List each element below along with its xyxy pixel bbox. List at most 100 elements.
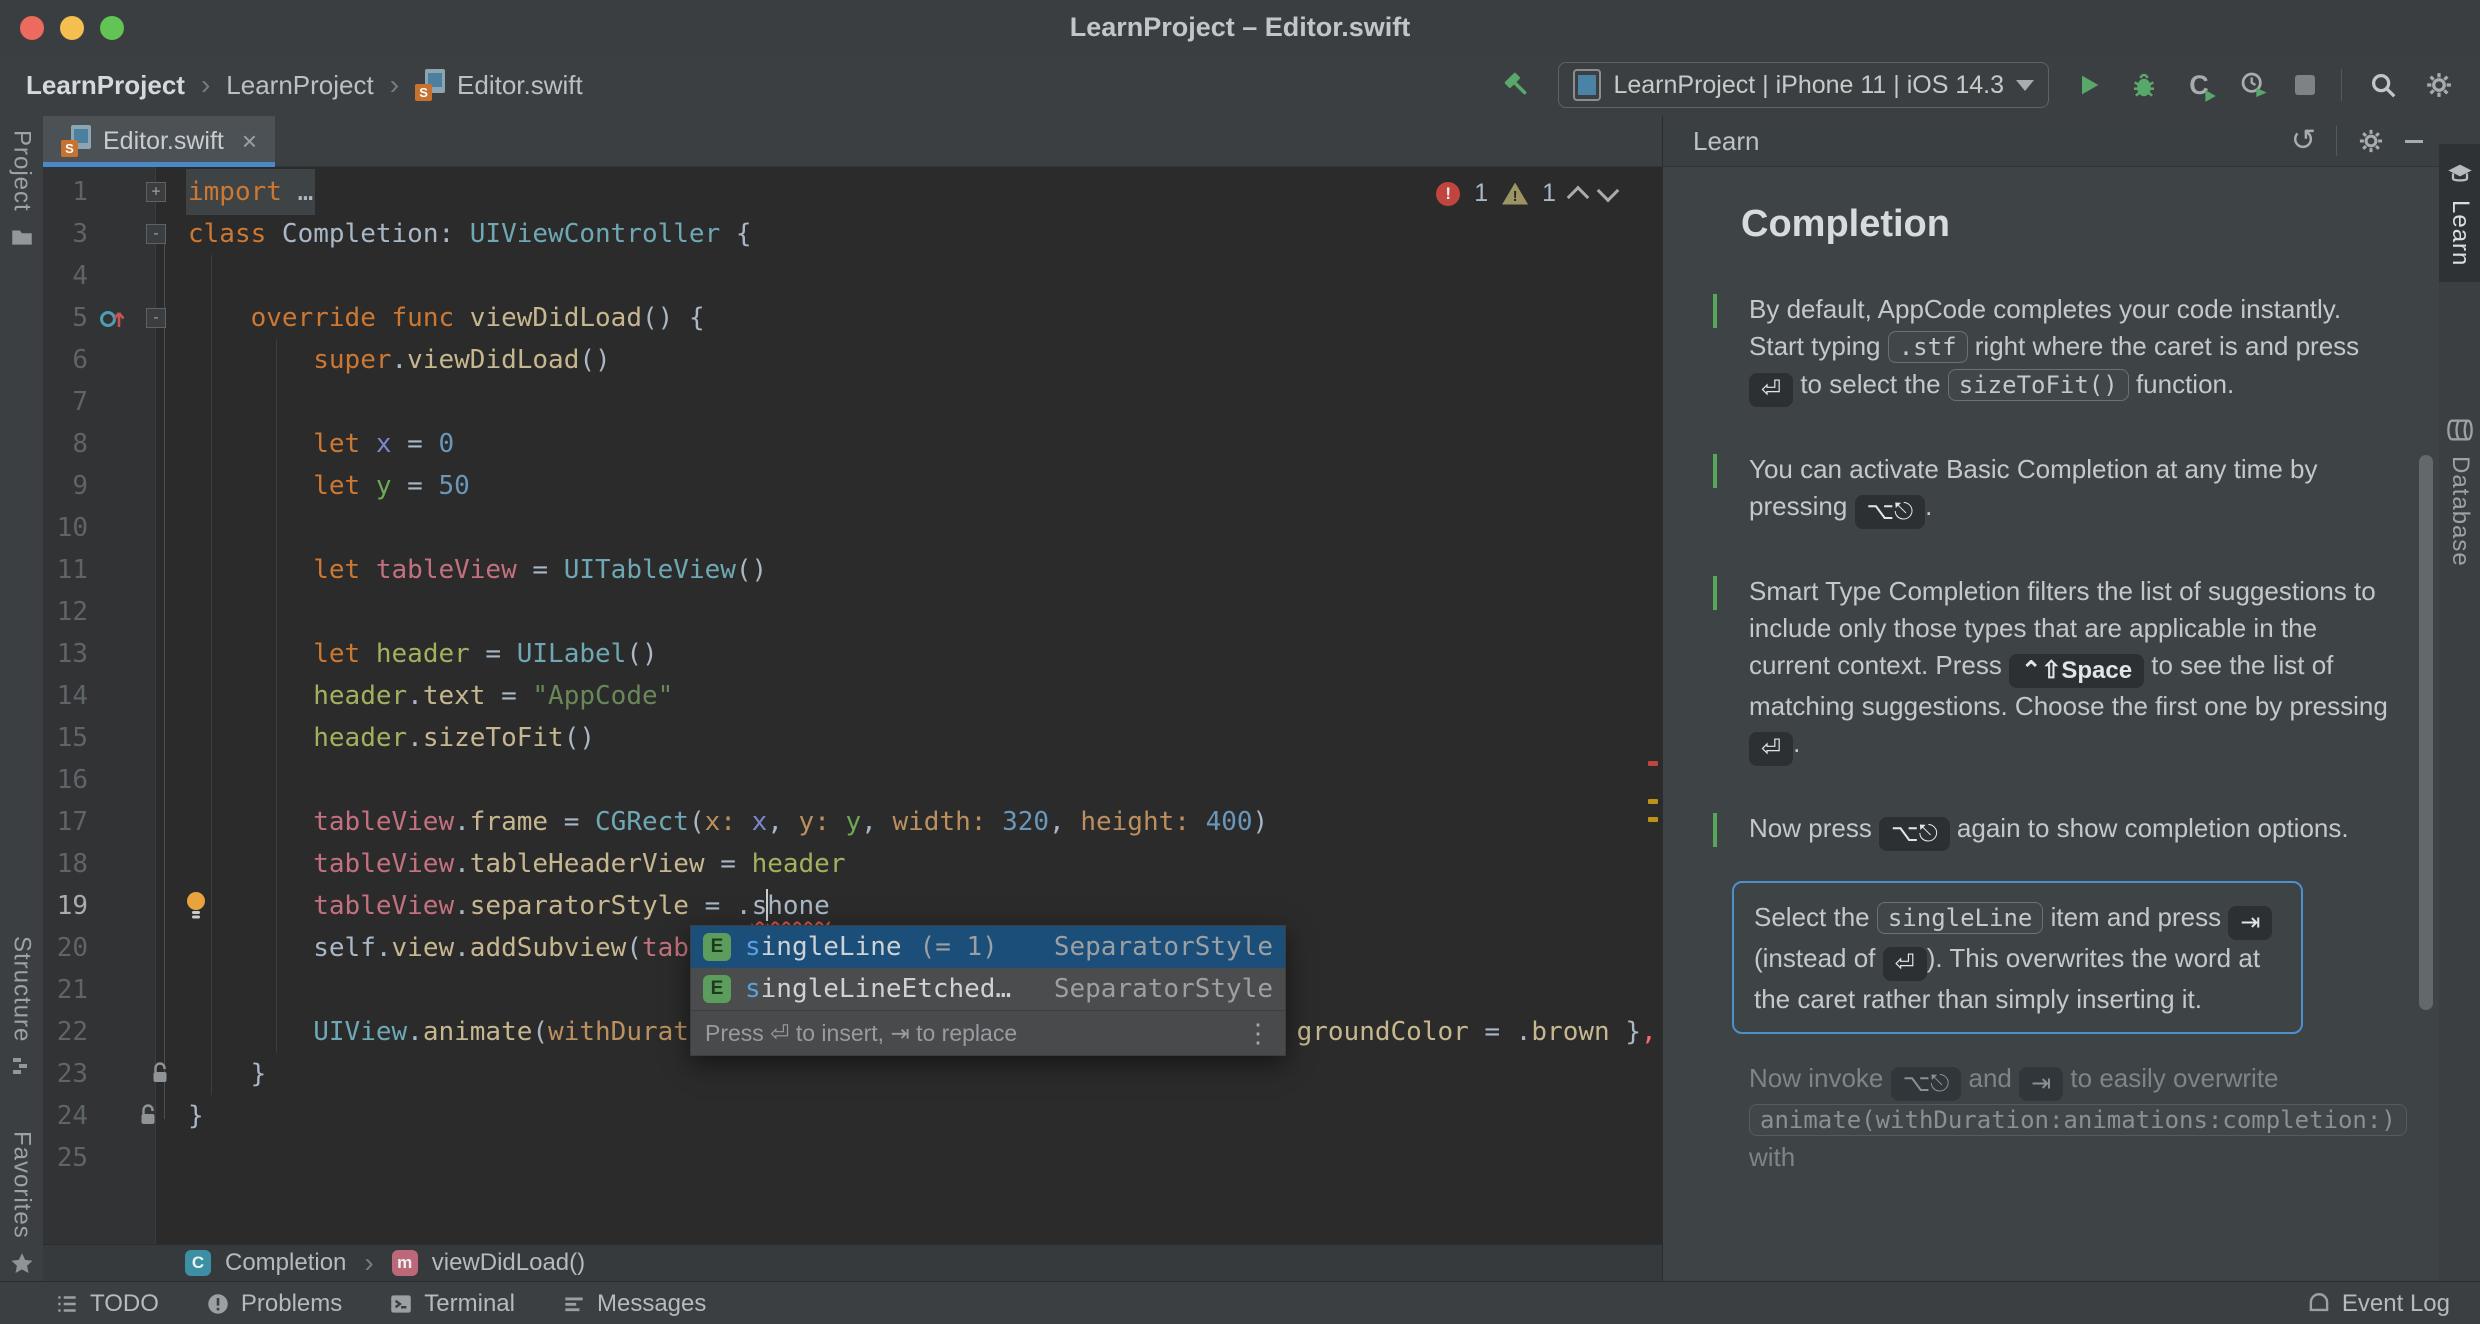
inspections-widget[interactable]: ! 1 1 (1436, 179, 1620, 208)
tool-button-problems[interactable]: Problems (205, 1290, 342, 1318)
code-line[interactable]: tableView.separatorStyle = .shone (188, 885, 830, 927)
breadcrumb-class[interactable]: Completion (225, 1249, 346, 1277)
intention-lightbulb-icon[interactable] (185, 891, 207, 921)
problems-label: Problems (240, 1289, 343, 1317)
code-line[interactable]: super.viewDidLoad() (188, 339, 610, 381)
code-line[interactable]: tableView.frame = CGRect(x: x, y: y, wid… (188, 801, 1268, 843)
code-line[interactable]: } (188, 1095, 204, 1137)
line-number[interactable]: 17 (43, 801, 88, 843)
line-number[interactable]: 10 (43, 507, 88, 549)
line-number[interactable]: 21 (43, 969, 88, 1011)
line-number[interactable]: 13 (43, 633, 88, 675)
close-icon[interactable]: × (242, 126, 257, 157)
tool-button-project[interactable]: Project (0, 130, 43, 250)
code-line[interactable]: header.text = "AppCode" (188, 675, 673, 717)
line-number[interactable]: 4 (43, 255, 88, 297)
line-number[interactable]: 6 (43, 339, 88, 381)
editor-breadcrumbs: C Completion › m viewDidLoad() (43, 1244, 1662, 1281)
code-line[interactable]: let y = 50 (188, 465, 470, 507)
tool-button-favorites[interactable]: Favorites (0, 1131, 43, 1277)
tool-button-terminal[interactable]: Terminal (388, 1290, 515, 1318)
code-line[interactable]: let tableView = UITableView() (188, 549, 767, 591)
fold-marker-icon[interactable]: + (146, 182, 166, 202)
breadcrumb-group[interactable]: LearnProject (226, 70, 373, 101)
code-line[interactable]: } (188, 1053, 267, 1095)
previous-problem-icon[interactable] (1566, 185, 1590, 208)
tool-button-structure[interactable]: Structure (0, 936, 43, 1078)
code-chip: .stf (1887, 331, 1968, 363)
line-number[interactable]: 11 (43, 549, 88, 591)
code-line[interactable]: class Completion: UIViewController { (188, 213, 752, 255)
code-line[interactable]: import … (188, 171, 314, 213)
line-number[interactable]: 3 (43, 213, 88, 255)
fold-marker-icon[interactable]: - (146, 308, 166, 328)
line-number[interactable]: 18 (43, 843, 88, 885)
line-number[interactable]: 5 (43, 297, 88, 339)
learn-settings-gear-icon[interactable] (2357, 127, 2385, 155)
warning-icon (1502, 183, 1528, 205)
restart-lesson-icon[interactable]: ↺ (2291, 126, 2316, 156)
method-badge: m (391, 1250, 418, 1276)
code-line[interactable]: self.view.addSubview(tabl (188, 927, 704, 969)
code-line[interactable]: tableView.tableHeaderView = header (188, 843, 845, 885)
line-number[interactable]: 1 (43, 171, 88, 213)
settings-gear-icon[interactable] (2424, 70, 2454, 100)
tool-button-database[interactable]: Database (2439, 416, 2480, 567)
graduation-cap-icon (2446, 160, 2474, 188)
debug-button[interactable] (2129, 70, 2159, 100)
run-configuration-select[interactable]: LearnProject | iPhone 11 | iOS 14.3 (1558, 62, 2049, 108)
editor-tab-bar: S Editor.swift × (43, 116, 1662, 167)
line-number[interactable]: 15 (43, 717, 88, 759)
line-number[interactable]: 23 (43, 1053, 88, 1095)
hide-panel-icon[interactable] (2405, 139, 2423, 143)
line-number[interactable]: 20 (43, 927, 88, 969)
line-number[interactable]: 24 (43, 1095, 88, 1137)
run-button[interactable] (2075, 71, 2103, 99)
breadcrumb-project[interactable]: LearnProject (26, 70, 185, 101)
code-editor[interactable]: 1 3 4 5 6 7 8 9 10 11 12 13 14 15 16 17 18 19 20 21 22 23 24 25… (43, 167, 1662, 1244)
upcoming-step-text: Now invoke ⌥⎋ and ⇥ to easily overwrite … (1749, 1060, 2407, 1176)
line-number[interactable]: 9 (43, 465, 88, 507)
tool-button-learn[interactable]: Learn (2439, 144, 2480, 283)
tool-button-messages[interactable]: Messages (561, 1290, 706, 1318)
line-number[interactable]: 25 (43, 1137, 88, 1179)
tool-button-event-log[interactable]: Event Log (2306, 1290, 2480, 1318)
warning-stripe-mark[interactable] (1648, 817, 1658, 822)
override-method-icon[interactable] (99, 305, 126, 331)
code-line[interactable]: let x = 0 (188, 423, 454, 465)
line-number[interactable]: 14 (43, 675, 88, 717)
code-line[interactable]: header.sizeToFit() (188, 717, 595, 759)
error-stripe-mark[interactable] (1648, 761, 1658, 766)
line-number[interactable]: 22 (43, 1011, 88, 1053)
editor-column: S Editor.swift × 1 3 4 5 6 7 8 9 10 11 12 13 14 15 16 1… (43, 116, 1662, 1281)
lesson-step-text: By default, AppCode completes your code … (1749, 291, 2399, 407)
line-number[interactable]: 16 (43, 759, 88, 801)
tool-button-todo[interactable]: TODO (54, 1290, 159, 1318)
code-line[interactable]: override func viewDidLoad() { (188, 297, 705, 339)
fold-region-line (164, 233, 165, 1119)
todo-list-icon (54, 1291, 80, 1317)
fold-marker-icon[interactable]: - (146, 224, 166, 244)
scrollbar-thumb[interactable] (2419, 455, 2433, 1010)
line-number[interactable]: 12 (43, 591, 88, 633)
line-number[interactable]: 19 (43, 885, 88, 927)
more-options-icon[interactable]: ⋮ (1245, 1018, 1271, 1049)
completion-item[interactable]: Es ingleLine (= 1) SeparatorStyle (691, 926, 1285, 968)
check-icon (1707, 291, 1737, 407)
build-hammer-icon[interactable] (1502, 70, 1532, 100)
breadcrumb-method[interactable]: viewDidLoad() (432, 1249, 585, 1277)
line-number[interactable]: 8 (43, 423, 88, 465)
breadcrumb-file[interactable]: Editor.swift (457, 70, 583, 101)
warning-stripe-mark[interactable] (1648, 799, 1658, 804)
key-chip: ⇥ (2019, 1067, 2064, 1101)
tab-editor-swift[interactable]: S Editor.swift × (43, 116, 276, 167)
problems-icon (205, 1291, 231, 1317)
search-everywhere-icon[interactable] (2368, 70, 2398, 100)
next-problem-icon[interactable] (1596, 179, 1620, 202)
run-with-coverage-button[interactable] (2239, 70, 2269, 100)
profile-button[interactable]: C (2185, 70, 2216, 102)
event-log-label: Event Log (2341, 1289, 2450, 1317)
completion-item[interactable]: Es ingleLineEtched… SeparatorStyle (691, 968, 1285, 1010)
line-number[interactable]: 7 (43, 381, 88, 423)
code-line[interactable]: let header = UILabel() (188, 633, 657, 675)
